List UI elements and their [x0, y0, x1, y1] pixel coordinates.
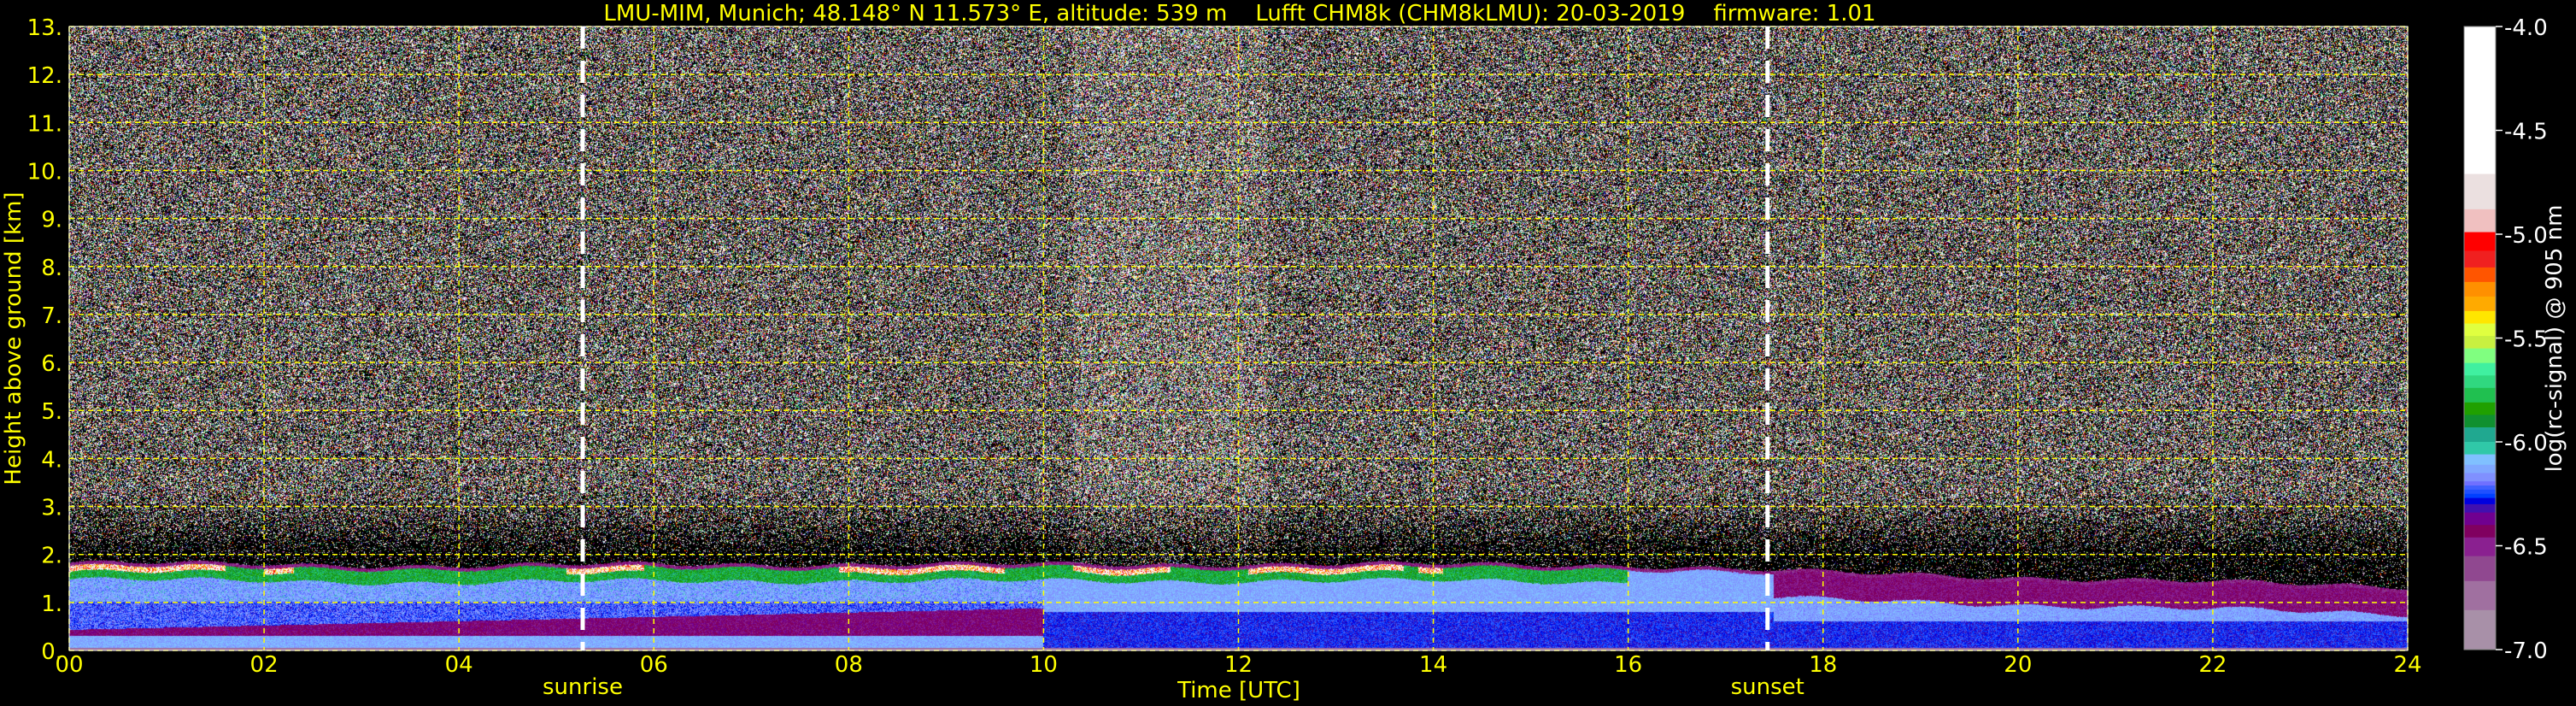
y-tick-label: 13. — [27, 15, 62, 41]
colorbar-segment — [2464, 26, 2496, 175]
x-axis-label: Time [UTC] — [1177, 678, 1300, 703]
x-tick-label: 06 — [640, 652, 668, 678]
x-tick-label: 00 — [55, 652, 83, 678]
colorbar-segment — [2464, 580, 2496, 611]
y-tick-label: 8. — [41, 256, 62, 281]
colorbar-segment — [2464, 296, 2496, 312]
y-tick-label: 12. — [27, 63, 62, 89]
sunrise-label: sunrise — [543, 674, 623, 700]
y-axis: 0.1.2.3.4.5.6.7.8.9.10.11.12.13. — [27, 15, 62, 665]
y-tick-label: 2. — [41, 544, 62, 569]
colorbar-segment — [2464, 489, 2496, 495]
sunset-label: sunset — [1731, 674, 1804, 700]
colorbar-segment — [2464, 415, 2496, 428]
colorbar-segment — [2464, 362, 2496, 376]
y-tick-label: 4. — [41, 447, 62, 473]
colorbar-segment — [2464, 556, 2496, 582]
y-tick-label: 7. — [41, 303, 62, 329]
colorbar-segment — [2464, 250, 2496, 268]
colorbar-segment — [2464, 609, 2496, 650]
x-tick-label: 08 — [835, 652, 863, 678]
colorbar-segment — [2464, 464, 2496, 474]
colorbar-segment — [2464, 442, 2496, 456]
y-tick-label: 6. — [41, 351, 62, 377]
x-axis: 00 02 04 06 08 10 12 14 16 18 20 22 24 — [55, 652, 2421, 678]
colorbar-segment — [2464, 348, 2496, 364]
y-tick-label: 1. — [41, 591, 62, 617]
x-tick-label: 12 — [1224, 652, 1253, 678]
colorbar-segment — [2464, 209, 2496, 233]
grid — [68, 26, 2409, 651]
colorbar-segment — [2464, 232, 2496, 251]
colorbar-segment — [2464, 481, 2496, 486]
colorbar-tick-label: -4.5 — [2504, 120, 2548, 145]
x-tick-label: 16 — [1614, 652, 1642, 678]
x-tick-label: 14 — [1419, 652, 1447, 678]
annotations: sunrise sunset — [543, 26, 1804, 700]
colorbar-segment — [2464, 525, 2496, 538]
colorbar-segment — [2464, 174, 2496, 210]
y-tick-label: 9. — [41, 208, 62, 233]
colorbar-segment — [2464, 454, 2496, 466]
colorbar-segment — [2464, 512, 2496, 526]
y-tick-label: 5. — [41, 399, 62, 425]
colorbar-segment — [2464, 323, 2496, 337]
colorbar-segment — [2464, 497, 2496, 505]
x-tick-label: 24 — [2393, 652, 2421, 678]
y-axis-label: Height above ground [km] — [1, 191, 26, 485]
colorbar-segment — [2464, 402, 2496, 415]
chart-title: LMU-MIM, Munich; 48.148° N 11.573° E, al… — [603, 1, 1875, 26]
chart-overlay: sunrise sunset 0.1.2.3.4.5.6.7.8.9.10.11.… — [1, 1, 2567, 703]
x-tick-label: 20 — [2004, 652, 2032, 678]
colorbar-segment — [2464, 281, 2496, 297]
colorbar-segment — [2464, 503, 2496, 514]
colorbar-segment — [2464, 310, 2496, 324]
colorbar-segment — [2464, 336, 2496, 350]
x-tick-label: 02 — [250, 652, 279, 678]
x-tick-label: 10 — [1030, 652, 1058, 678]
colorbar-segment — [2464, 375, 2496, 389]
colorbar-tick-label: -6.5 — [2504, 535, 2548, 561]
colorbar-label: log(rc-signal) @ 905 nm — [2542, 205, 2567, 473]
colorbar-segment — [2464, 267, 2496, 283]
colorbar-segment — [2464, 537, 2496, 557]
x-tick-label: 18 — [1809, 652, 1837, 678]
y-tick-label: 3. — [41, 496, 62, 521]
colorbar-segment — [2464, 473, 2496, 482]
x-tick-label: 22 — [2198, 652, 2227, 678]
colorbar-tick-label: -7.0 — [2504, 638, 2548, 664]
x-tick-label: 04 — [445, 652, 473, 678]
colorbar-tick-label: -4.0 — [2504, 15, 2548, 41]
colorbar-segment — [2464, 493, 2496, 499]
colorbar-segment — [2464, 387, 2496, 403]
colorbar: -4.0-4.5-5.0-5.5-6.0-6.5-7.0 — [2463, 15, 2548, 664]
colorbar-segment — [2464, 427, 2496, 443]
y-tick-label: 10. — [27, 159, 62, 185]
colorbar-segment — [2464, 485, 2496, 491]
y-tick-label: 11. — [27, 111, 62, 137]
